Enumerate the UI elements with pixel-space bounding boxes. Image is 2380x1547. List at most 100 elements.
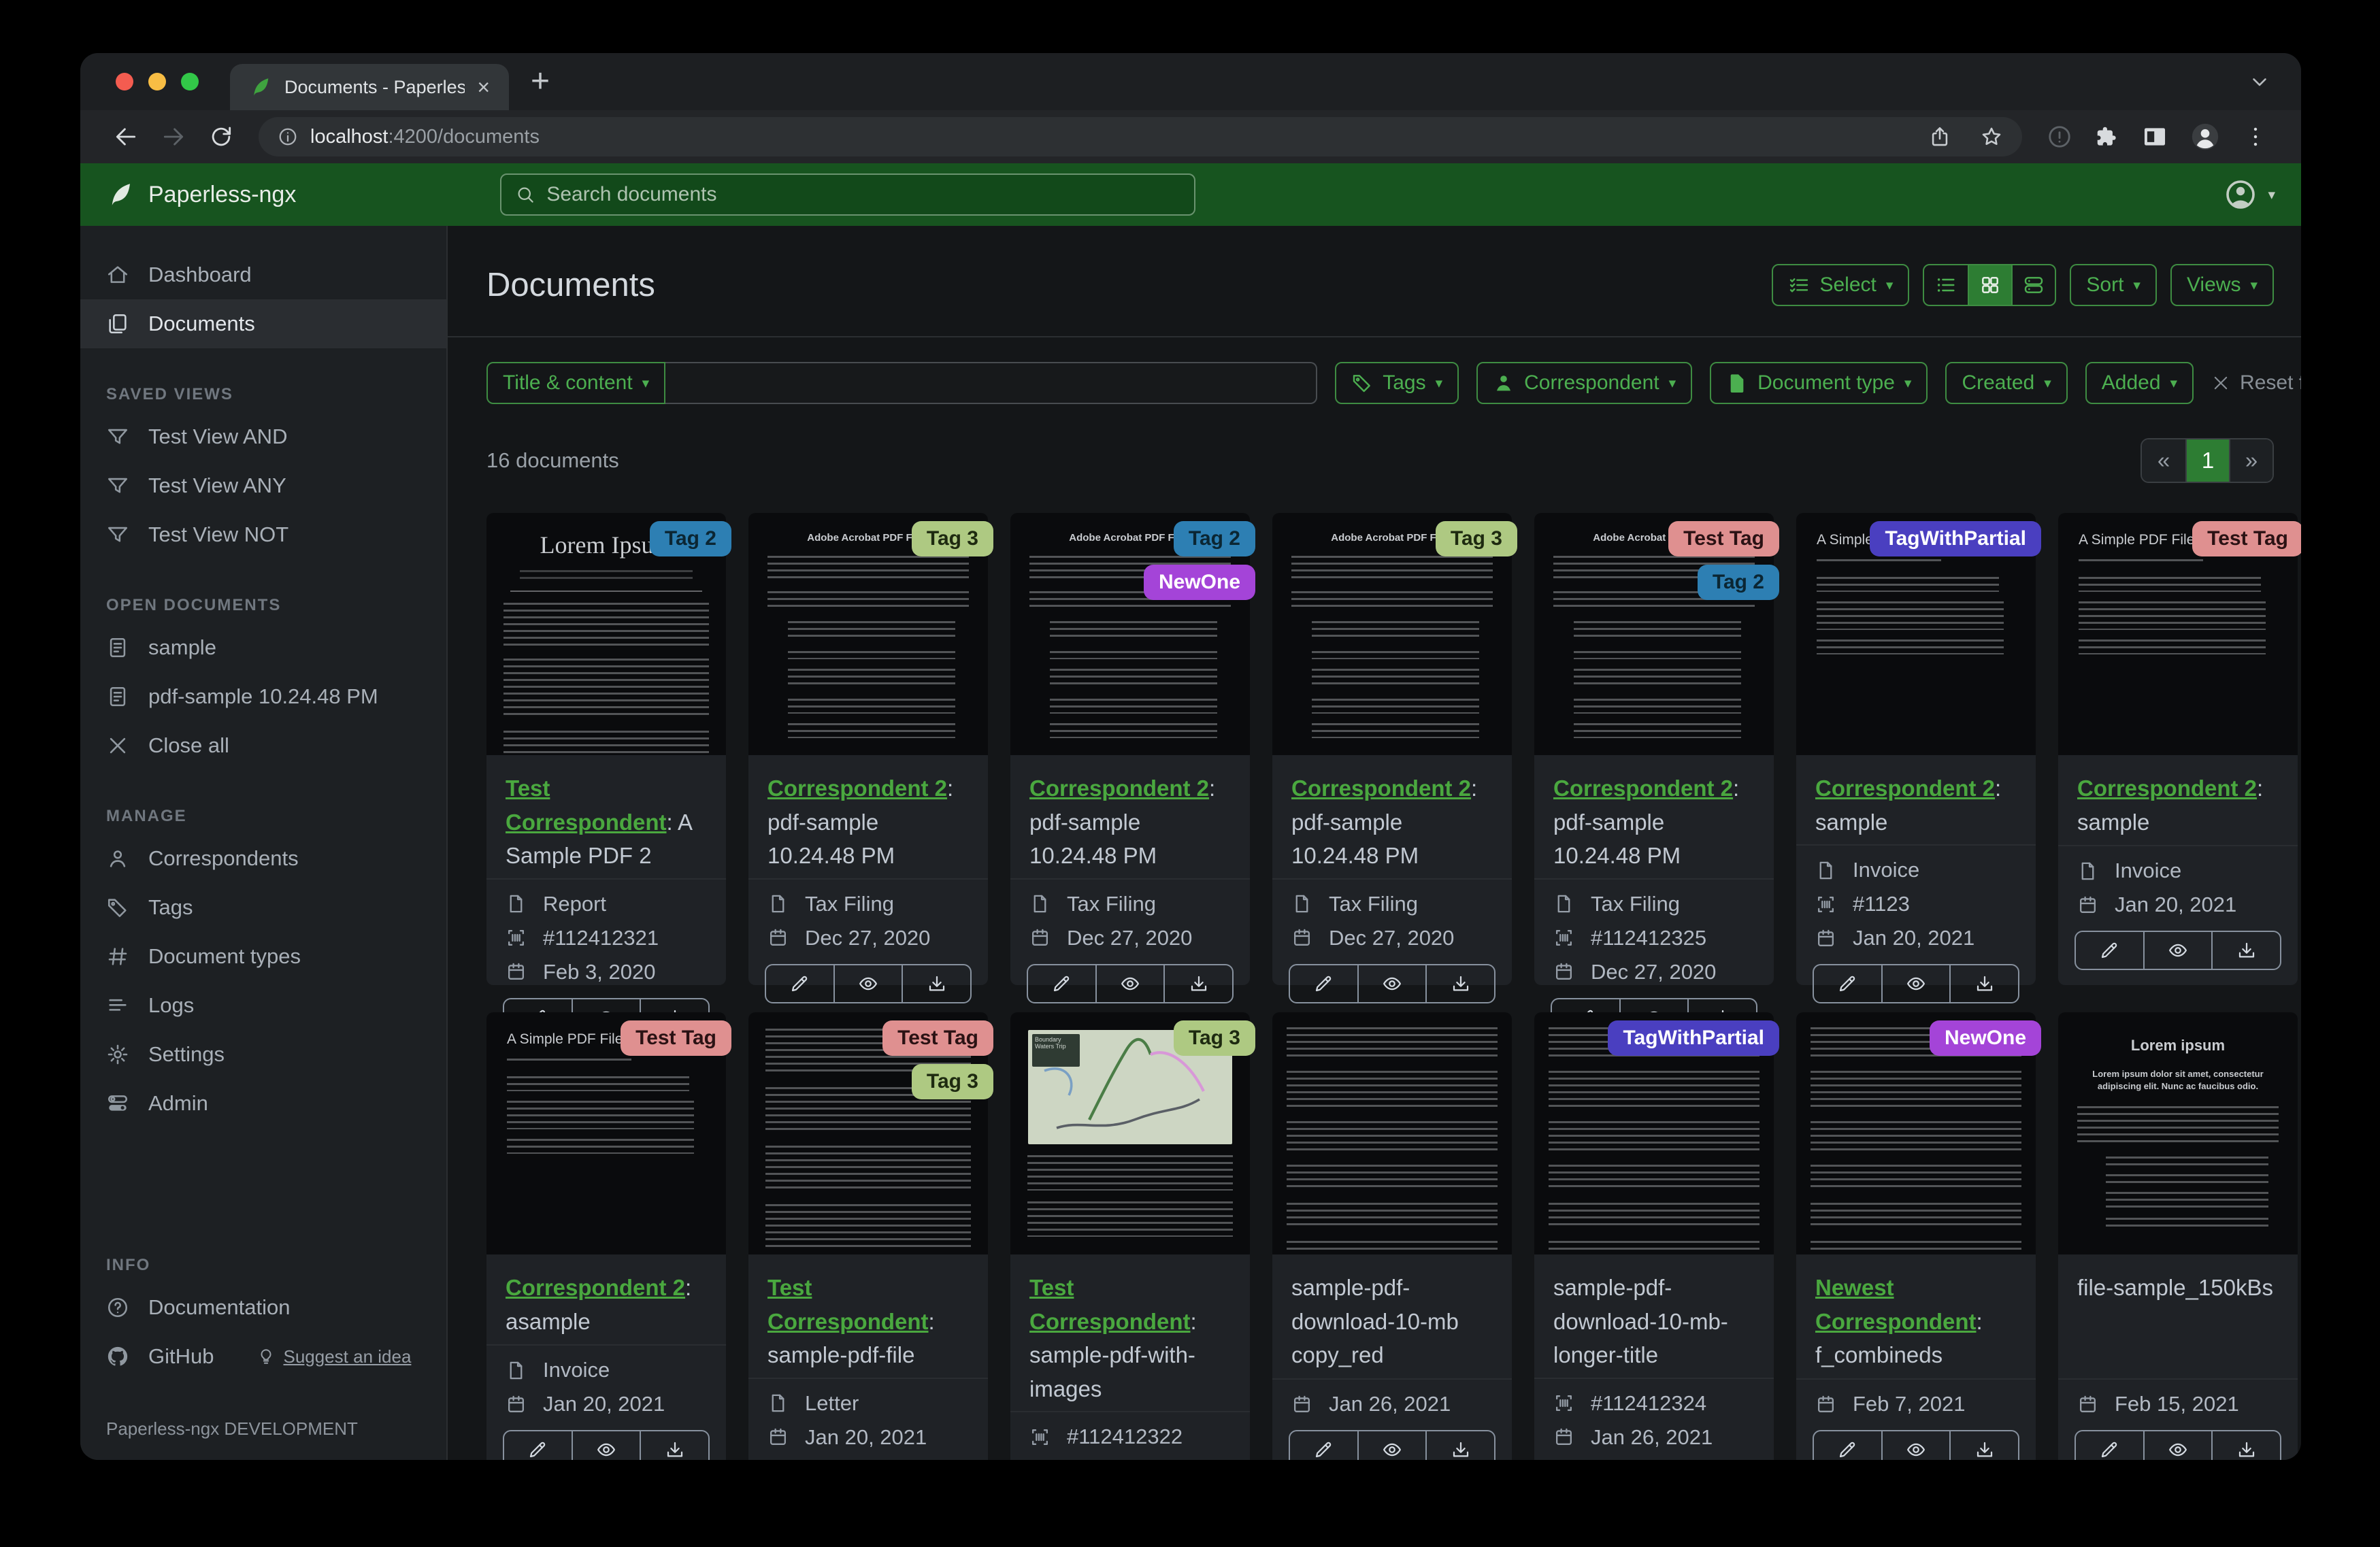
sidebar-item-close-all[interactable]: Close all (80, 721, 446, 770)
global-search[interactable] (500, 173, 1196, 216)
document-card[interactable]: Adobe Acrobat PDF Files Tag 2 NewOne Corr… (1010, 513, 1255, 1003)
correspondent-link[interactable]: Test Correspondent (506, 776, 667, 835)
tag-badge[interactable]: Tag 2 (1173, 521, 1255, 556)
sort-button[interactable]: Sort ▾ (2070, 264, 2157, 306)
tag-badge[interactable]: Tag 3 (911, 1064, 993, 1099)
document-thumbnail[interactable]: Adobe Acrobat PDF Files Test Tag Tag 2 (1534, 513, 1779, 755)
user-menu[interactable]: ▾ (2224, 178, 2275, 211)
document-thumbnail[interactable]: Adobe Acrobat PDF Files Tag 2 NewOne (1010, 513, 1255, 755)
document-thumbnail[interactable]: Boundary Waters Trip Tag 3 (1010, 1012, 1255, 1254)
status-badge-icon[interactable] (2047, 124, 2072, 150)
bookmark-star-icon[interactable] (1980, 125, 2003, 148)
download-button[interactable] (902, 965, 970, 1002)
close-window-button[interactable] (116, 73, 133, 90)
sidebar-item-tags[interactable]: Tags (80, 883, 446, 932)
correspondent-link[interactable]: Newest Correspondent (1815, 1275, 1977, 1334)
document-thumbnail[interactable]: A Simple PDF File Test Tag (2058, 513, 2301, 755)
reset-filters-button[interactable]: Reset filters (2211, 371, 2301, 395)
sidebar-item-settings[interactable]: Settings (80, 1030, 446, 1079)
share-icon[interactable] (1928, 125, 1951, 148)
correspondent-link[interactable]: Correspondent 2 (1029, 776, 1209, 801)
back-button[interactable] (113, 124, 139, 150)
document-card[interactable]: TagWithPartial sample-pdf-download-10-mb… (1534, 1012, 1779, 1460)
view-list-toggle[interactable] (1924, 265, 1968, 305)
sidebar-item-test-view-and[interactable]: Test View AND (80, 412, 446, 461)
document-thumbnail[interactable]: A Simple PDF File TagWithPartial (1796, 513, 2041, 755)
edit-button[interactable] (504, 1431, 572, 1460)
tag-badge[interactable]: Test Tag (1668, 521, 1779, 556)
document-thumbnail[interactable]: Lorem ipsum Lorem ipsum dolor sit amet, … (2058, 1012, 2298, 1254)
download-button[interactable] (2211, 932, 2280, 969)
tag-badge[interactable]: TagWithPartial (1870, 521, 2041, 556)
view-button[interactable] (2143, 932, 2212, 969)
document-card[interactable]: Adobe Acrobat PDF Files Test Tag Tag 2 Co… (1534, 513, 1779, 1037)
edit-button[interactable] (766, 965, 833, 1002)
tag-badge[interactable]: NewOne (1929, 1020, 2041, 1056)
correspondent-link[interactable]: Correspondent 2 (1815, 776, 1995, 801)
title-content-input[interactable] (665, 362, 1318, 404)
title-content-dropdown[interactable]: Title & content ▾ (486, 362, 666, 404)
download-button[interactable] (1949, 1431, 2018, 1460)
document-thumbnail[interactable] (1272, 1012, 1512, 1254)
download-button[interactable] (2211, 1431, 2280, 1460)
correspondent-link[interactable]: Correspondent 2 (2077, 776, 2257, 801)
document-card[interactable]: Boundary Waters Trip Tag 3 Test Correspo… (1010, 1012, 1255, 1460)
sidebar-item-dashboard[interactable]: Dashboard (80, 250, 446, 299)
document-thumbnail[interactable]: A Simple PDF File Test Tag (486, 1012, 731, 1254)
document-type-filter-button[interactable]: Document type ▾ (1710, 362, 1928, 404)
zoom-window-button[interactable] (181, 73, 199, 90)
created-filter-button[interactable]: Created ▾ (1945, 362, 2068, 404)
download-button[interactable] (1425, 1431, 1494, 1460)
edit-button[interactable] (1290, 965, 1357, 1002)
document-thumbnail[interactable]: NewOne (1796, 1012, 2041, 1254)
side-panel-icon[interactable] (2142, 124, 2168, 150)
view-button[interactable] (1881, 1431, 1950, 1460)
sidebar-item-documents[interactable]: Documents (80, 299, 446, 348)
document-card[interactable]: Test Tag Tag 3 Test Correspondent: sample… (748, 1012, 993, 1460)
view-grid-toggle[interactable] (1968, 265, 2012, 305)
tag-badge[interactable]: Tag 3 (1173, 1020, 1255, 1056)
view-button[interactable] (1095, 965, 1164, 1002)
correspondent-link[interactable]: Test Correspondent (1029, 1275, 1191, 1334)
select-button[interactable]: Select ▾ (1772, 264, 1910, 306)
tag-badge[interactable]: TagWithPartial (1608, 1020, 1779, 1056)
download-button[interactable] (1163, 965, 1232, 1002)
document-card[interactable]: A Simple PDF File TagWithPartial Corresp… (1796, 513, 2041, 1003)
prev-page-button[interactable]: « (2142, 439, 2185, 482)
extensions-puzzle-icon[interactable] (2094, 124, 2120, 150)
edit-button[interactable] (1290, 1431, 1357, 1460)
edit-button[interactable] (1028, 965, 1095, 1002)
tags-filter-button[interactable]: Tags ▾ (1335, 362, 1459, 404)
edit-button[interactable] (2076, 1431, 2143, 1460)
edit-button[interactable] (1814, 965, 1881, 1002)
document-thumbnail[interactable]: Adobe Acrobat PDF Files Tag 3 (748, 513, 993, 755)
edit-button[interactable] (1814, 1431, 1881, 1460)
edit-button[interactable] (2076, 932, 2143, 969)
correspondent-filter-button[interactable]: Correspondent ▾ (1476, 362, 1693, 404)
menu-dots-icon[interactable] (2243, 124, 2268, 150)
document-thumbnail[interactable]: Lorem Ipsum Tag 2 (486, 513, 731, 755)
view-button[interactable] (1357, 1431, 1426, 1460)
download-button[interactable] (1425, 965, 1494, 1002)
tag-badge[interactable]: Tag 3 (1435, 521, 1517, 556)
sidebar-item-test-view-any[interactable]: Test View ANY (80, 461, 446, 510)
tag-badge[interactable]: Test Tag (2192, 521, 2301, 556)
tag-badge[interactable]: Tag 3 (911, 521, 993, 556)
document-card[interactable]: A Simple PDF File Test Tag Correspondent… (486, 1012, 731, 1460)
document-card[interactable]: A Simple PDF File Test Tag Correspondent… (2058, 513, 2301, 985)
document-thumbnail[interactable]: Adobe Acrobat PDF Files Tag 3 (1272, 513, 1517, 755)
sidebar-item-correspondents[interactable]: Correspondents (80, 834, 446, 883)
download-button[interactable] (1949, 965, 2018, 1002)
tag-badge[interactable]: Test Tag (621, 1020, 731, 1056)
profile-avatar[interactable] (2189, 121, 2221, 152)
minimize-window-button[interactable] (148, 73, 166, 90)
view-button[interactable] (571, 1431, 640, 1460)
close-tab-icon[interactable]: × (477, 76, 490, 98)
correspondent-link[interactable]: Correspondent 2 (1553, 776, 1733, 801)
added-filter-button[interactable]: Added ▾ (2085, 362, 2194, 404)
document-card[interactable]: NewOne Newest Correspondent: f_combineds… (1796, 1012, 2041, 1460)
correspondent-link[interactable]: Test Correspondent (767, 1275, 929, 1334)
correspondent-link[interactable]: Correspondent 2 (767, 776, 947, 801)
download-button[interactable] (640, 1431, 708, 1460)
tag-badge[interactable]: Tag 2 (1697, 565, 1779, 600)
